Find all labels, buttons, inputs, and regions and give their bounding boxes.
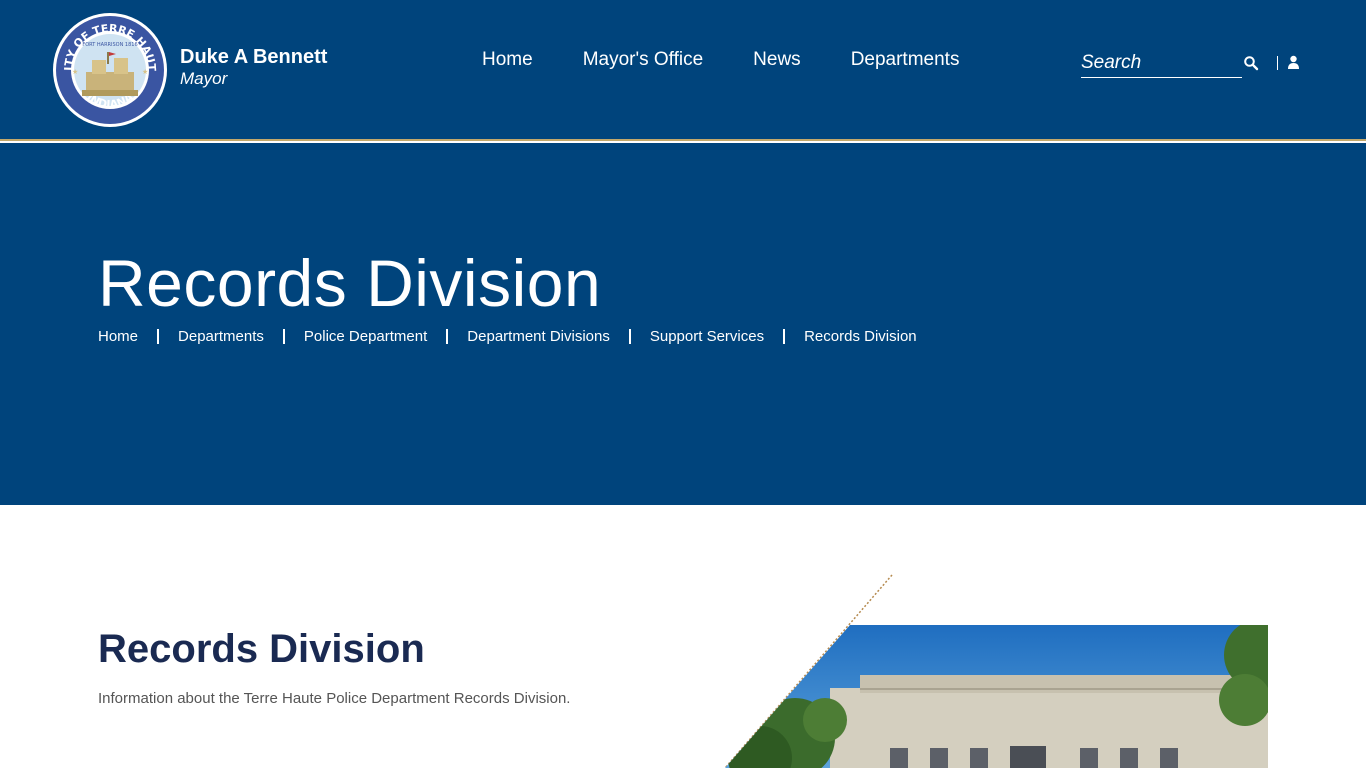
seal-inner-text: FORT HARRISON 1816 — [82, 42, 137, 48]
breadcrumb-separator — [783, 329, 786, 344]
search-box — [1081, 50, 1242, 78]
nav-home[interactable]: Home — [482, 47, 533, 73]
building-photo — [724, 574, 1268, 768]
site-header: CITY OF TERRE HAUTE INDIANA FORT HARRISO… — [0, 0, 1366, 141]
breadcrumb-separator — [282, 329, 285, 344]
user-icon[interactable] — [1287, 55, 1300, 70]
breadcrumb-current: Records Division — [804, 328, 917, 345]
nav-mayors-office[interactable]: Mayor's Office — [583, 47, 703, 73]
section-title: Records Division — [98, 627, 425, 671]
breadcrumb-department-divisions[interactable]: Department Divisions — [467, 328, 610, 345]
breadcrumb-police-department[interactable]: Police Department — [304, 328, 427, 345]
mayor-name: Duke A Bennett — [180, 46, 328, 68]
mayor-title: Mayor — [180, 69, 228, 88]
breadcrumb-departments[interactable]: Departments — [178, 328, 264, 345]
svg-text:★: ★ — [142, 68, 148, 76]
search-input[interactable] — [1081, 50, 1231, 76]
breadcrumb-home[interactable]: Home — [98, 328, 138, 345]
main-nav: Home Mayor's Office News Departments — [482, 47, 1009, 73]
breadcrumb: Home Departments Police Department Depar… — [98, 328, 917, 345]
svg-text:★: ★ — [72, 68, 78, 76]
page-hero: Records Division Home Departments Police… — [0, 143, 1366, 505]
breadcrumb-separator — [628, 329, 631, 344]
header-divider — [1277, 56, 1278, 70]
nav-departments[interactable]: Departments — [851, 47, 960, 73]
breadcrumb-support-services[interactable]: Support Services — [650, 328, 764, 345]
mayor-branding: Duke A Bennett Mayor — [180, 45, 327, 89]
nav-news[interactable]: News — [753, 47, 801, 73]
breadcrumb-separator — [446, 329, 449, 344]
page-title: Records Division — [98, 246, 602, 320]
breadcrumb-separator — [157, 329, 160, 344]
section-description: Information about the Terre Haute Police… — [98, 690, 571, 707]
city-seal-logo[interactable]: CITY OF TERRE HAUTE INDIANA FORT HARRISO… — [52, 12, 168, 128]
search-icon[interactable] — [1243, 55, 1259, 71]
